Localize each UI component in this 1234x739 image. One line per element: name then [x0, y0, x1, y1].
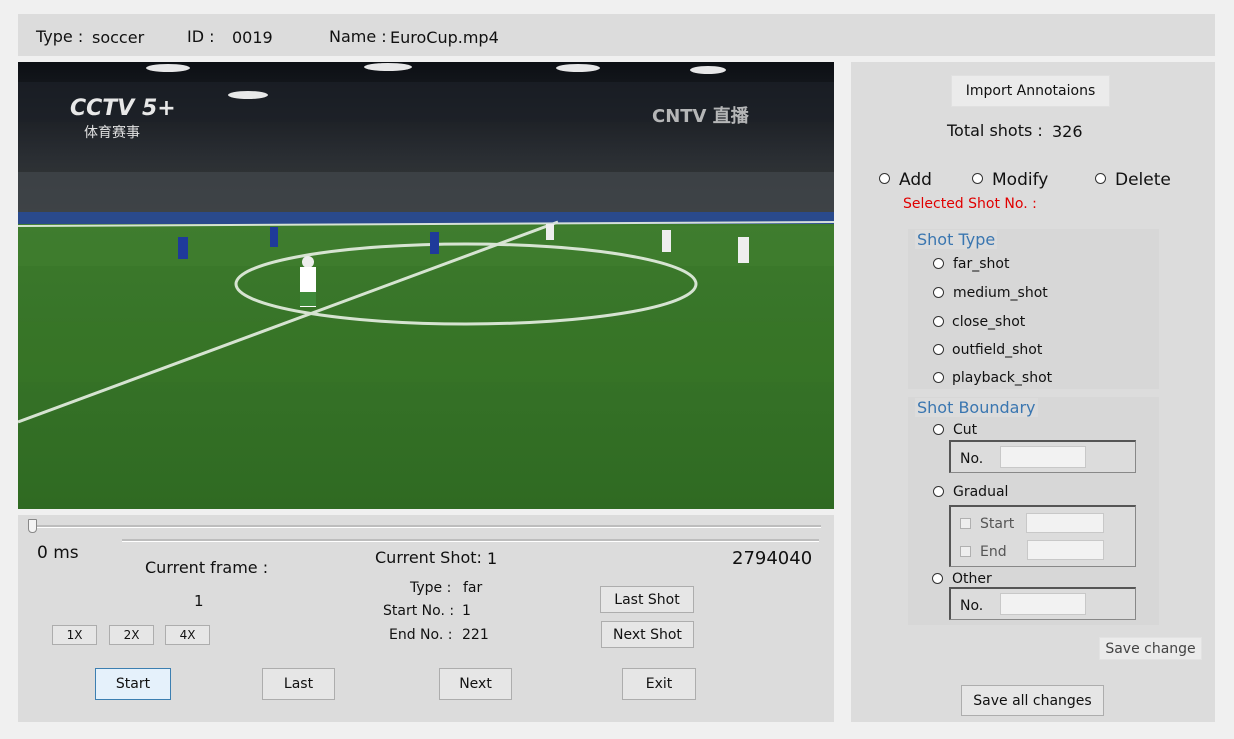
- close-shot-radio[interactable]: [933, 316, 944, 327]
- mode-modify-label: Modify: [992, 170, 1049, 190]
- next-button[interactable]: Next: [439, 668, 512, 700]
- current-frame-label: Current frame :: [145, 558, 269, 577]
- time-start: 0 ms: [37, 543, 79, 563]
- other-no-input[interactable]: [1000, 593, 1086, 615]
- total-shots-value: 326: [1052, 122, 1083, 141]
- current-frame-value: 1: [194, 592, 204, 610]
- current-shot-value: 1: [487, 549, 498, 568]
- next-shot-button[interactable]: Next Shot: [601, 621, 694, 648]
- save-change-button[interactable]: Save change: [1099, 637, 1202, 660]
- type-label: Type :: [36, 27, 84, 46]
- other-radio[interactable]: [932, 573, 943, 584]
- shot-type-group: [908, 229, 1159, 389]
- mode-modify-radio[interactable]: [972, 173, 983, 184]
- gradual-end-input[interactable]: [1027, 540, 1104, 560]
- start-button[interactable]: Start: [95, 668, 171, 700]
- outfield-shot-radio[interactable]: [933, 344, 944, 355]
- gradual-end-label: End: [980, 544, 1007, 560]
- soccer-scene: [18, 62, 834, 509]
- progress-thumb[interactable]: [28, 519, 37, 533]
- save-all-changes-button[interactable]: Save all changes: [961, 685, 1104, 716]
- progress-secondary-line: [122, 539, 819, 542]
- gradual-radio[interactable]: [933, 486, 944, 497]
- broadcast-logo-left: CCTV 5+: [70, 96, 176, 121]
- mode-add-label: Add: [899, 170, 932, 190]
- gradual-start-input[interactable]: [1026, 513, 1104, 533]
- time-end: 2794040: [732, 548, 813, 569]
- type-value: soccer: [92, 28, 145, 47]
- shot-boundary-title: Shot Boundary: [915, 398, 1038, 417]
- gradual-end-checkbox[interactable]: [960, 546, 971, 557]
- broadcast-logo-left-sub: 体育赛事: [84, 125, 140, 141]
- gradual-start-label: Start: [980, 516, 1015, 532]
- last-shot-button[interactable]: Last Shot: [600, 586, 694, 613]
- id-label: ID :: [187, 27, 215, 46]
- medium-shot-label: medium_shot: [953, 285, 1048, 301]
- speed-2x-button[interactable]: 2X: [109, 625, 154, 645]
- video-frame[interactable]: CCTV 5+ 体育赛事 CNTV 直播: [18, 62, 834, 509]
- name-value: EuroCup.mp4: [390, 28, 499, 47]
- other-label: Other: [952, 571, 992, 587]
- last-button[interactable]: Last: [262, 668, 335, 700]
- exit-button[interactable]: Exit: [622, 668, 696, 700]
- total-shots-label: Total shots :: [947, 121, 1043, 140]
- other-no-label: No.: [960, 598, 984, 614]
- progress-track[interactable]: [28, 525, 821, 528]
- end-no-label: End No. :: [389, 627, 453, 643]
- mode-delete-label: Delete: [1115, 170, 1171, 190]
- start-no-value: 1: [462, 603, 471, 619]
- mode-delete-radio[interactable]: [1095, 173, 1106, 184]
- mode-add-radio[interactable]: [879, 173, 890, 184]
- outfield-shot-label: outfield_shot: [952, 342, 1043, 358]
- cut-no-input[interactable]: [1000, 446, 1086, 468]
- speed-1x-button[interactable]: 1X: [52, 625, 97, 645]
- medium-shot-radio[interactable]: [933, 287, 944, 298]
- start-no-label: Start No. :: [383, 603, 455, 619]
- far-shot-label: far_shot: [953, 256, 1010, 272]
- gradual-start-checkbox[interactable]: [960, 518, 971, 529]
- cut-no-label: No.: [960, 451, 984, 467]
- selected-shot-label: Selected Shot No. :: [903, 196, 1037, 212]
- far-shot-radio[interactable]: [933, 258, 944, 269]
- broadcast-logo-right: CNTV 直播: [652, 106, 749, 127]
- current-shot-label: Current Shot:: [375, 548, 482, 567]
- playback-shot-label: playback_shot: [952, 370, 1053, 386]
- close-shot-label: close_shot: [952, 314, 1026, 330]
- id-value: 0019: [232, 28, 273, 47]
- shot-type-value: far: [463, 580, 483, 596]
- shot-type-title: Shot Type: [915, 230, 998, 249]
- name-label: Name :: [329, 27, 387, 46]
- import-annotations-button[interactable]: Import Annotaions: [951, 75, 1110, 107]
- playback-shot-radio[interactable]: [933, 372, 944, 383]
- speed-4x-button[interactable]: 4X: [165, 625, 210, 645]
- cut-radio[interactable]: [933, 424, 944, 435]
- end-no-value: 221: [462, 627, 489, 643]
- cut-label: Cut: [953, 422, 978, 438]
- gradual-label: Gradual: [953, 484, 1009, 500]
- shot-type-label: Type :: [410, 580, 452, 596]
